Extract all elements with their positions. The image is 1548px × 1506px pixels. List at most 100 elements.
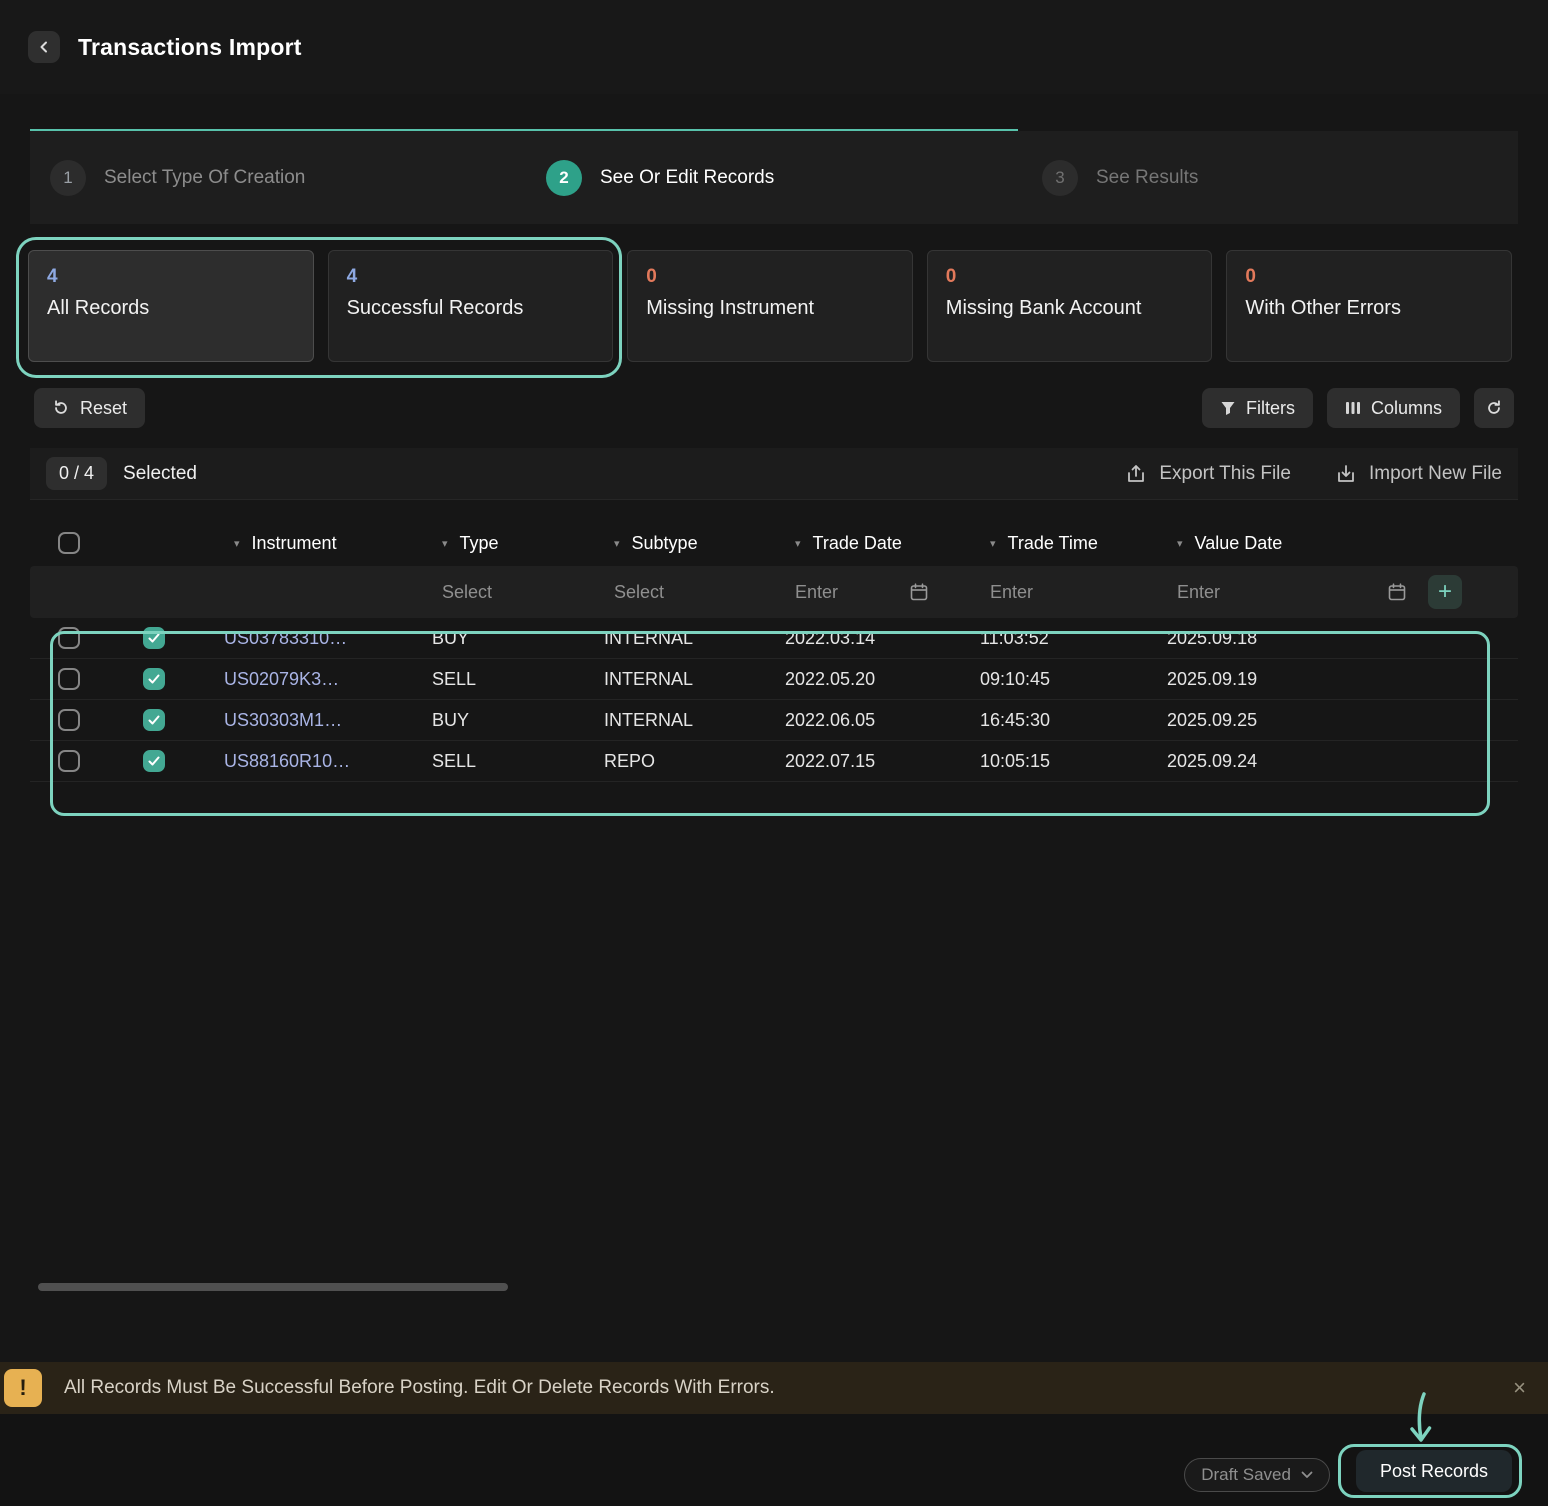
subtype-cell: INTERNAL [602,628,783,649]
trade-time-cell: 16:45:30 [978,710,1165,731]
column-label: Instrument [252,533,337,554]
step-number-badge: 1 [50,160,86,196]
refresh-button[interactable] [1474,388,1514,428]
row-checkbox[interactable] [58,627,80,649]
post-records-button[interactable]: Post Records [1356,1450,1512,1492]
warning-message: All Records Must Be Successful Before Po… [64,1377,775,1399]
back-button[interactable] [28,31,60,63]
chevron-down-icon[interactable]: ▾ [795,537,801,550]
column-header-instrument[interactable]: ▾ Instrument [222,533,430,554]
row-select-cell [30,627,130,649]
card-with-other-errors[interactable]: 0 With Other Errors [1226,250,1512,362]
chevron-down-icon[interactable]: ▾ [442,537,448,550]
type-cell: SELL [430,751,602,772]
type-cell: SELL [430,669,602,690]
valid-checkbox[interactable] [143,668,165,690]
step-see-results[interactable]: 3 See Results [1022,131,1518,224]
add-record-button[interactable]: + [1428,575,1462,609]
horizontal-scrollbar[interactable] [38,1283,508,1291]
trade-date-cell: 2022.06.05 [783,710,978,731]
page-footer: Draft Saved Post Records [0,1414,1548,1506]
table-toolbar: Reset Filters Columns [34,388,1514,428]
valid-checkbox[interactable] [143,750,165,772]
instrument-link[interactable]: US30303M1… [222,710,430,731]
step-label: See Results [1096,167,1198,189]
instrument-link[interactable]: US88160R10… [222,751,430,772]
step-see-or-edit-records[interactable]: 2 See Or Edit Records [526,131,1022,224]
column-header-subtype[interactable]: ▾ Subtype [602,533,783,554]
value-date-filter-input[interactable]: Enter + [1165,575,1518,609]
type-cell: BUY [430,628,602,649]
columns-label: Columns [1371,398,1442,419]
chevron-down-icon[interactable]: ▾ [990,537,996,550]
row-valid-cell [130,709,222,731]
column-header-trade-date[interactable]: ▾ Trade Date [783,533,978,554]
card-successful-records[interactable]: 4 Successful Records [328,250,614,362]
calendar-icon[interactable] [910,583,928,601]
filters-button[interactable]: Filters [1202,388,1313,428]
column-header-value-date[interactable]: ▾ Value Date [1165,533,1518,554]
instrument-link[interactable]: US02079K3… [222,669,430,690]
chevron-down-icon[interactable]: ▾ [614,537,620,550]
trade-date-filter-input[interactable]: Enter [783,582,978,603]
step-select-type-of-creation[interactable]: 1 Select Type Of Creation [30,131,526,224]
reset-button[interactable]: Reset [34,388,145,428]
export-this-file-button[interactable]: Export This File [1125,463,1291,485]
instrument-link[interactable]: US03783310… [222,628,430,649]
import-new-file-button[interactable]: Import New File [1335,463,1502,485]
table-row: US02079K3… SELL INTERNAL 2022.05.20 09:1… [30,659,1518,700]
calendar-icon[interactable] [1388,583,1406,601]
trade-date-cell: 2022.05.20 [783,669,978,690]
value-date-cell: 2025.09.25 [1165,710,1518,731]
column-header-type[interactable]: ▾ Type [430,533,602,554]
wizard-stepper: 1 Select Type Of Creation 2 See Or Edit … [30,131,1518,224]
selection-count-badge: 0 / 4 [46,457,107,490]
trade-date-cell: 2022.03.14 [783,628,978,649]
card-missing-instrument[interactable]: 0 Missing Instrument [627,250,913,362]
card-count: 4 [347,266,595,288]
value-date-cell: 2025.09.24 [1165,751,1518,772]
card-all-records[interactable]: 4 All Records [28,250,314,362]
filter-placeholder: Enter [1177,582,1220,603]
column-header-trade-time[interactable]: ▾ Trade Time [978,533,1165,554]
filters-label: Filters [1246,398,1295,419]
trade-time-filter-input[interactable]: Enter [978,582,1165,603]
trade-time-cell: 11:03:52 [978,628,1165,649]
chevron-down-icon[interactable]: ▾ [234,537,240,550]
selection-bar: 0 / 4 Selected Export This File Import N… [30,448,1518,500]
column-label: Trade Date [813,533,902,554]
draft-saved-button[interactable]: Draft Saved [1184,1458,1330,1492]
subtype-filter-select[interactable]: Select [602,582,783,603]
warning-banner: ! All Records Must Be Successful Before … [0,1362,1548,1414]
card-label: Successful Records [347,297,595,320]
row-checkbox[interactable] [58,750,80,772]
step-number-badge: 2 [546,160,582,196]
valid-checkbox[interactable] [143,627,165,649]
card-label: Missing Bank Account [946,297,1194,320]
close-icon[interactable]: × [1513,1375,1526,1401]
reset-icon [52,399,70,417]
row-select-cell [30,668,130,690]
row-checkbox[interactable] [58,709,80,731]
post-records-label: Post Records [1380,1461,1488,1482]
card-count: 4 [47,266,295,288]
select-all-checkbox[interactable] [58,532,80,554]
type-filter-select[interactable]: Select [430,582,602,603]
type-cell: BUY [430,710,602,731]
columns-button[interactable]: Columns [1327,388,1460,428]
chevron-down-icon [1301,1471,1313,1479]
summary-cards-row: 4 All Records 4 Successful Records 0 Mis… [28,250,1512,362]
trade-time-cell: 09:10:45 [978,669,1165,690]
valid-checkbox[interactable] [143,709,165,731]
card-label: With Other Errors [1245,297,1493,320]
export-icon [1125,463,1147,485]
subtype-cell: INTERNAL [602,710,783,731]
card-count: 0 [946,266,1194,288]
chevron-down-icon[interactable]: ▾ [1177,537,1183,550]
row-checkbox[interactable] [58,668,80,690]
card-label: Missing Instrument [646,297,894,320]
table-filter-row: Select Select Enter Enter Enter + [30,566,1518,618]
card-missing-bank-account[interactable]: 0 Missing Bank Account [927,250,1213,362]
refresh-icon [1485,399,1503,417]
columns-icon [1345,401,1361,415]
